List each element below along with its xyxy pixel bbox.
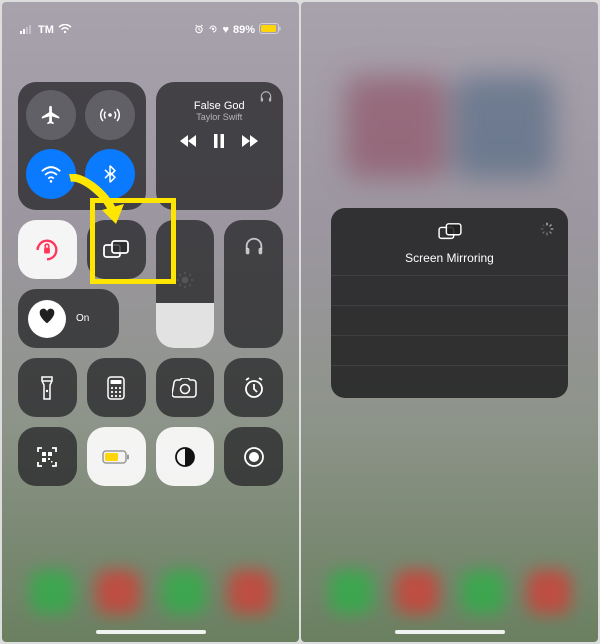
dock-blur (301, 570, 598, 614)
music-artist: Taylor Swift (156, 112, 283, 122)
mirror-device-row[interactable] (331, 275, 568, 305)
prev-track-button[interactable] (179, 134, 197, 153)
next-track-button[interactable] (241, 134, 259, 153)
brightness-slider[interactable] (156, 220, 215, 348)
audio-output-icon[interactable] (259, 90, 273, 109)
music-controls (156, 134, 283, 153)
timer-button[interactable] (224, 358, 283, 417)
screen-record-button[interactable] (224, 427, 283, 486)
loading-spinner-icon (540, 222, 554, 236)
screen-mirroring-button[interactable] (87, 220, 146, 279)
home-indicator[interactable] (395, 630, 505, 634)
home-indicator[interactable] (96, 630, 206, 634)
music-module[interactable]: False God Taylor Swift (156, 82, 283, 210)
orientation-lock-status-icon (208, 24, 218, 37)
alarm-status-icon (194, 24, 204, 37)
flashlight-button[interactable] (18, 358, 77, 417)
mirror-device-row[interactable] (331, 365, 568, 395)
screen-mirroring-icon (437, 222, 463, 247)
low-power-mode-button[interactable] (87, 427, 146, 486)
camera-button[interactable] (156, 358, 215, 417)
volume-headphones-icon (224, 236, 283, 258)
screen-mirroring-panel[interactable]: Screen Mirroring (331, 208, 568, 398)
dock-blur (2, 570, 299, 614)
mirror-title: Screen Mirroring (405, 251, 494, 265)
battery-percent-label: 89% (233, 24, 255, 36)
bluetooth-button[interactable] (85, 149, 135, 199)
control-center-content: False God Taylor Swift (18, 82, 283, 496)
mirror-device-list (331, 275, 568, 395)
mirror-device-row[interactable] (331, 335, 568, 365)
heart-status-icon: ♥ (222, 24, 229, 36)
pause-button[interactable] (213, 134, 225, 153)
orientation-lock-button[interactable] (18, 220, 77, 279)
focus-label: On (76, 313, 89, 324)
focus-icon-circle (28, 300, 66, 338)
connectivity-module[interactable] (18, 82, 146, 210)
brightness-icon (156, 270, 215, 290)
focus-tile[interactable]: On (18, 289, 119, 348)
cellular-data-button[interactable] (85, 90, 135, 140)
dark-mode-button[interactable] (156, 427, 215, 486)
volume-slider[interactable] (224, 220, 283, 348)
calculator-button[interactable] (87, 358, 146, 417)
mirror-header: Screen Mirroring (331, 208, 568, 275)
qr-scan-button[interactable] (18, 427, 77, 486)
carrier-label: TM (38, 24, 54, 36)
mirror-device-row[interactable] (331, 305, 568, 335)
signal-bars-icon (20, 24, 34, 37)
control-center-screen: TM ♥ 89% (2, 2, 299, 642)
wifi-status-icon (58, 24, 72, 37)
heart-icon (38, 308, 56, 329)
wifi-button[interactable] (26, 149, 76, 199)
status-bar: TM ♥ 89% (2, 2, 299, 46)
battery-icon (259, 23, 281, 37)
blurred-widgets (341, 72, 558, 182)
airplane-mode-button[interactable] (26, 90, 76, 140)
screen-mirroring-screen: Screen Mirroring (301, 2, 598, 642)
